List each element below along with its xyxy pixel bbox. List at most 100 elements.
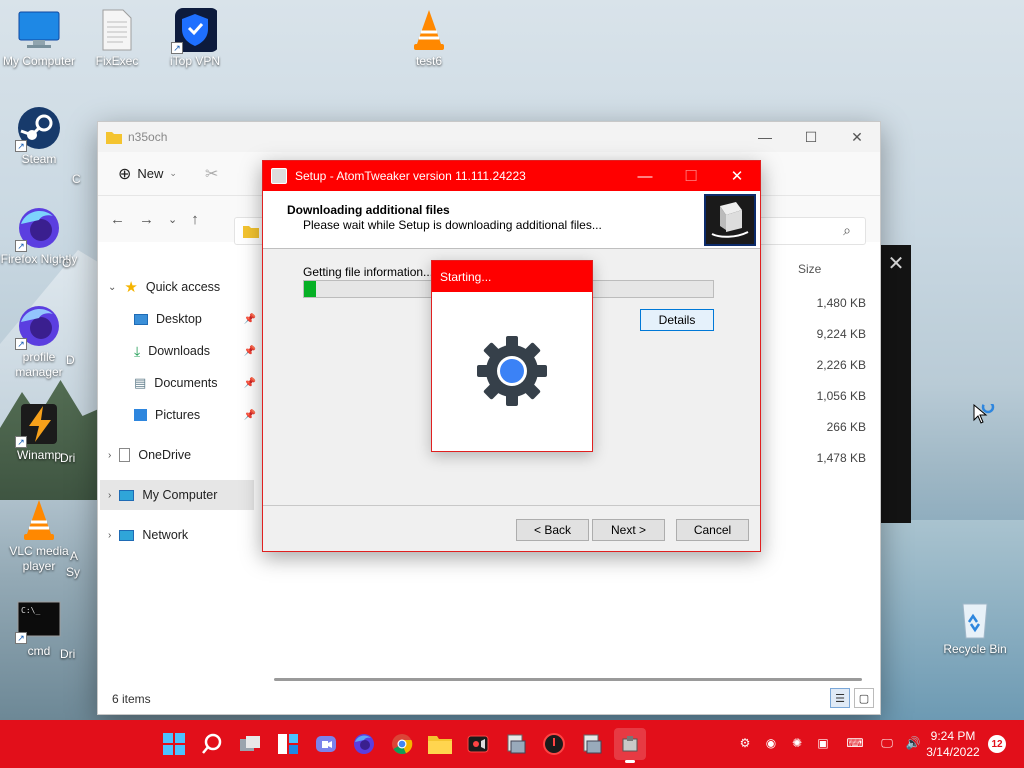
gear-icon bbox=[474, 333, 550, 409]
minimize-button[interactable]: — bbox=[742, 122, 788, 152]
vpn-shield-icon: ↗ bbox=[171, 8, 219, 54]
clock[interactable]: 9:24 PM 3/14/2022 bbox=[920, 728, 986, 760]
setup-header: Downloading additional files Please wait… bbox=[263, 191, 760, 249]
sidebar-item-downloads[interactable]: ⤓ Downloads 📌 bbox=[134, 336, 256, 366]
horizontal-scrollbar[interactable] bbox=[274, 678, 862, 681]
new-button[interactable]: ⊕ New ⌄ bbox=[118, 164, 177, 184]
file-explorer-icon[interactable] bbox=[424, 728, 456, 760]
desktop-icon-my-computer[interactable]: My Computer bbox=[0, 8, 78, 69]
status-item-count: 6 items bbox=[112, 692, 151, 706]
pin-icon[interactable]: 📌 bbox=[244, 346, 256, 357]
close-button[interactable]: ✕ bbox=[834, 122, 880, 152]
shortcut-arrow-icon: ↗ bbox=[171, 42, 183, 54]
steam-icon: ↗ bbox=[15, 106, 61, 152]
view-toggle: ☰ ▢ bbox=[830, 688, 874, 708]
details-button[interactable]: Details bbox=[640, 309, 714, 331]
recent-chevron-icon[interactable]: ⌄ bbox=[168, 213, 177, 226]
maximize-button[interactable]: ☐ bbox=[788, 122, 834, 152]
partial-label: Dri bbox=[60, 451, 76, 465]
notification-badge[interactable]: 12 bbox=[988, 735, 1006, 753]
installer-app-icon[interactable] bbox=[576, 728, 608, 760]
chrome-tray-icon[interactable]: ◉ bbox=[762, 734, 780, 752]
sidebar-item-network[interactable]: › Network bbox=[108, 520, 188, 550]
power-app-icon[interactable] bbox=[538, 728, 570, 760]
setup-titlebar[interactable]: Setup - AtomTweaker version 11.111.24223… bbox=[263, 161, 760, 191]
desktop-icon-steam[interactable]: ↗ Steam bbox=[0, 106, 78, 167]
progress-fill bbox=[304, 281, 317, 297]
plus-icon: ⊕ bbox=[118, 165, 132, 183]
pin-icon[interactable]: 📌 bbox=[244, 378, 256, 389]
steam-tray-icon[interactable]: ⚙ bbox=[736, 734, 754, 752]
file-size: 9,224 KB bbox=[816, 327, 866, 341]
teams-chat-icon[interactable] bbox=[310, 728, 342, 760]
desktop-icon bbox=[134, 313, 148, 325]
firefox-profile-icon: ↗ bbox=[15, 304, 61, 350]
next-button[interactable]: Next > bbox=[592, 519, 665, 541]
desktop-icon-vlc[interactable]: VLC media player bbox=[0, 498, 78, 574]
sidebar-item-my-computer[interactable]: › My Computer bbox=[100, 480, 254, 510]
network-monitor-icon[interactable]: 🖵 bbox=[878, 734, 896, 752]
installer-app-icon[interactable] bbox=[500, 728, 532, 760]
cut-icon[interactable]: ✂ bbox=[205, 164, 218, 184]
sidebar-item-quick-access[interactable]: ⌄ ★ Quick access bbox=[108, 272, 220, 302]
widgets-icon[interactable] bbox=[272, 728, 304, 760]
shortcut-arrow-icon: ↗ bbox=[15, 140, 27, 152]
desktop-icon-test6[interactable]: test6 bbox=[390, 8, 468, 69]
explorer-title: n35och bbox=[128, 130, 168, 144]
up-arrow-icon[interactable]: ↑ bbox=[191, 211, 199, 228]
recycle-bin-icon bbox=[953, 596, 997, 640]
close-button[interactable]: ✕ bbox=[714, 161, 760, 191]
starting-popup: Starting... bbox=[431, 260, 593, 452]
download-status-text: Getting file information... bbox=[303, 265, 434, 279]
close-icon[interactable]: ✕ bbox=[881, 251, 911, 276]
sidebar-item-pictures[interactable]: Pictures 📌 bbox=[134, 400, 256, 430]
firefox-icon[interactable] bbox=[348, 728, 380, 760]
start-button[interactable] bbox=[158, 728, 190, 760]
shortcut-arrow-icon: ↗ bbox=[15, 436, 27, 448]
sidebar-item-onedrive[interactable]: › OneDrive bbox=[108, 440, 191, 470]
tray-app-icon[interactable]: ✺ bbox=[788, 734, 806, 752]
pin-icon[interactable]: 📌 bbox=[244, 410, 256, 421]
column-header-size[interactable]: Size bbox=[798, 262, 878, 276]
chrome-icon[interactable] bbox=[386, 728, 418, 760]
file-size: 2,226 KB bbox=[816, 358, 866, 372]
system-tray: ⚙ ◉ ✺ ▣ ⌨ 🖵 🔊 bbox=[736, 734, 922, 752]
back-arrow-icon[interactable]: ← bbox=[110, 211, 125, 228]
screen-recorder-icon[interactable] bbox=[462, 728, 494, 760]
sidebar-item-desktop[interactable]: Desktop 📌 bbox=[134, 304, 256, 334]
desktop-icon-itop-vpn[interactable]: ↗ iTop VPN bbox=[156, 8, 234, 69]
recorder-tray-icon[interactable]: ▣ bbox=[814, 734, 832, 752]
desktop-icon-fixexec[interactable]: FixExec bbox=[78, 8, 156, 69]
folder-icon bbox=[106, 132, 122, 144]
tiles-view-icon[interactable]: ▢ bbox=[854, 688, 874, 708]
chevron-down-icon: ⌄ bbox=[108, 281, 117, 293]
sidebar-item-documents[interactable]: ▤ Documents 📌 bbox=[134, 368, 256, 398]
side-overlay-panel: ✕ bbox=[881, 245, 911, 523]
taskbar: ⚙ ◉ ✺ ▣ ⌨ 🖵 🔊 9:24 PM 3/14/2022 12 bbox=[0, 720, 1024, 768]
picture-icon bbox=[134, 409, 147, 421]
keyboard-icon[interactable]: ⌨ bbox=[846, 734, 864, 752]
maximize-button[interactable]: ☐ bbox=[668, 161, 714, 191]
explorer-titlebar[interactable]: n35och — ☐ ✕ bbox=[98, 122, 880, 152]
pin-icon[interactable]: 📌 bbox=[244, 314, 256, 325]
terminal-icon: C:\_ ↗ bbox=[15, 598, 61, 644]
navigation-pane: ⌄ ★ Quick access Desktop 📌 ⤓ Downloads 📌… bbox=[98, 272, 256, 682]
search-icon[interactable] bbox=[196, 728, 228, 760]
cancel-button[interactable]: Cancel bbox=[676, 519, 749, 541]
clock-date: 3/14/2022 bbox=[926, 745, 980, 759]
star-icon: ★ bbox=[124, 279, 138, 296]
firefox-nightly-icon: ↗ bbox=[15, 206, 61, 252]
document-icon: ▤ bbox=[134, 375, 147, 390]
details-view-icon[interactable]: ☰ bbox=[830, 688, 850, 708]
atomtweaker-setup-icon[interactable] bbox=[614, 728, 646, 763]
desktop-icon-recycle-bin[interactable]: Recycle Bin bbox=[936, 596, 1014, 657]
minimize-button[interactable]: — bbox=[622, 161, 668, 191]
task-view-icon[interactable] bbox=[234, 728, 266, 760]
search-icon[interactable]: ⌕ bbox=[843, 222, 851, 239]
divider bbox=[263, 505, 760, 506]
file-size: 1,478 KB bbox=[816, 451, 866, 465]
file-size: 1,480 KB bbox=[816, 296, 866, 310]
desktop-icon-profile-manager[interactable]: ↗ profile manager bbox=[0, 304, 78, 380]
forward-arrow-icon[interactable]: → bbox=[139, 211, 154, 228]
back-button[interactable]: < Back bbox=[516, 519, 589, 541]
